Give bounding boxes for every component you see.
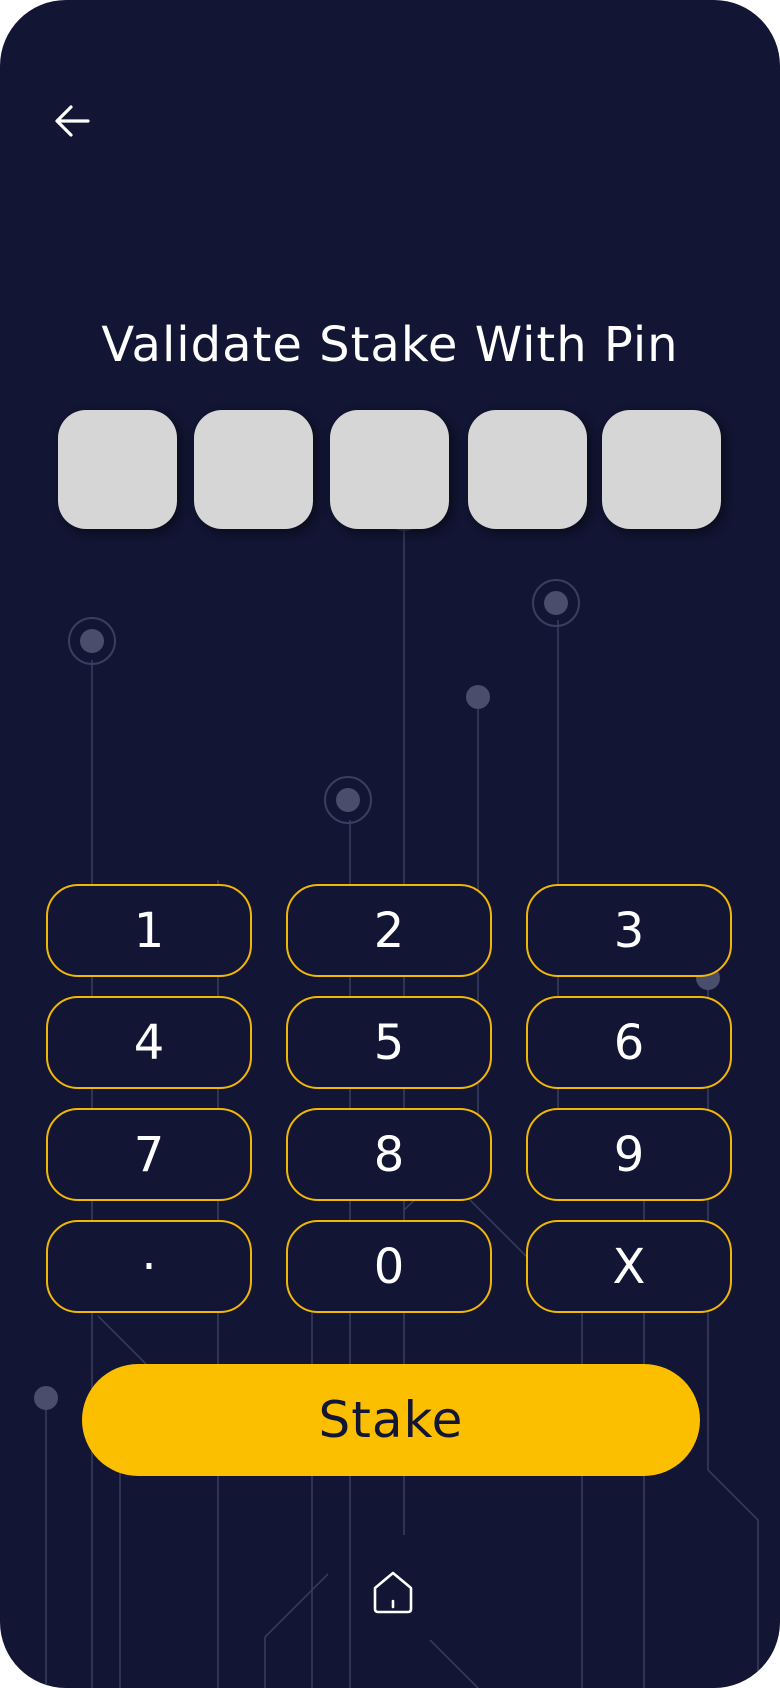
key-5[interactable]: 5 xyxy=(286,996,492,1089)
key-2[interactable]: 2 xyxy=(286,884,492,977)
pin-digit-3[interactable] xyxy=(330,410,449,529)
key-3[interactable]: 3 xyxy=(526,884,732,977)
pin-digit-4[interactable] xyxy=(468,410,587,529)
home-icon xyxy=(373,1571,413,1614)
pin-input-group[interactable] xyxy=(0,410,780,530)
back-button[interactable] xyxy=(44,92,100,148)
key-1[interactable]: 1 xyxy=(46,884,252,977)
key-4[interactable]: 4 xyxy=(46,996,252,1089)
phone-screen: Validate Stake With Pin 1 2 3 4 5 6 7 8 … xyxy=(0,0,780,1688)
pin-digit-2[interactable] xyxy=(194,410,313,529)
arrow-left-icon xyxy=(55,105,90,137)
stake-button[interactable]: Stake xyxy=(82,1364,700,1476)
key-7[interactable]: 7 xyxy=(46,1108,252,1201)
key-9[interactable]: 9 xyxy=(526,1108,732,1201)
pin-digit-1[interactable] xyxy=(58,410,177,529)
key-decimal[interactable]: · xyxy=(46,1220,252,1313)
key-8[interactable]: 8 xyxy=(286,1108,492,1201)
key-delete[interactable]: X xyxy=(526,1220,732,1313)
home-button[interactable] xyxy=(364,1562,422,1620)
key-0[interactable]: 0 xyxy=(286,1220,492,1313)
pin-digit-5[interactable] xyxy=(602,410,721,529)
key-6[interactable]: 6 xyxy=(526,996,732,1089)
page-title: Validate Stake With Pin xyxy=(101,317,679,373)
